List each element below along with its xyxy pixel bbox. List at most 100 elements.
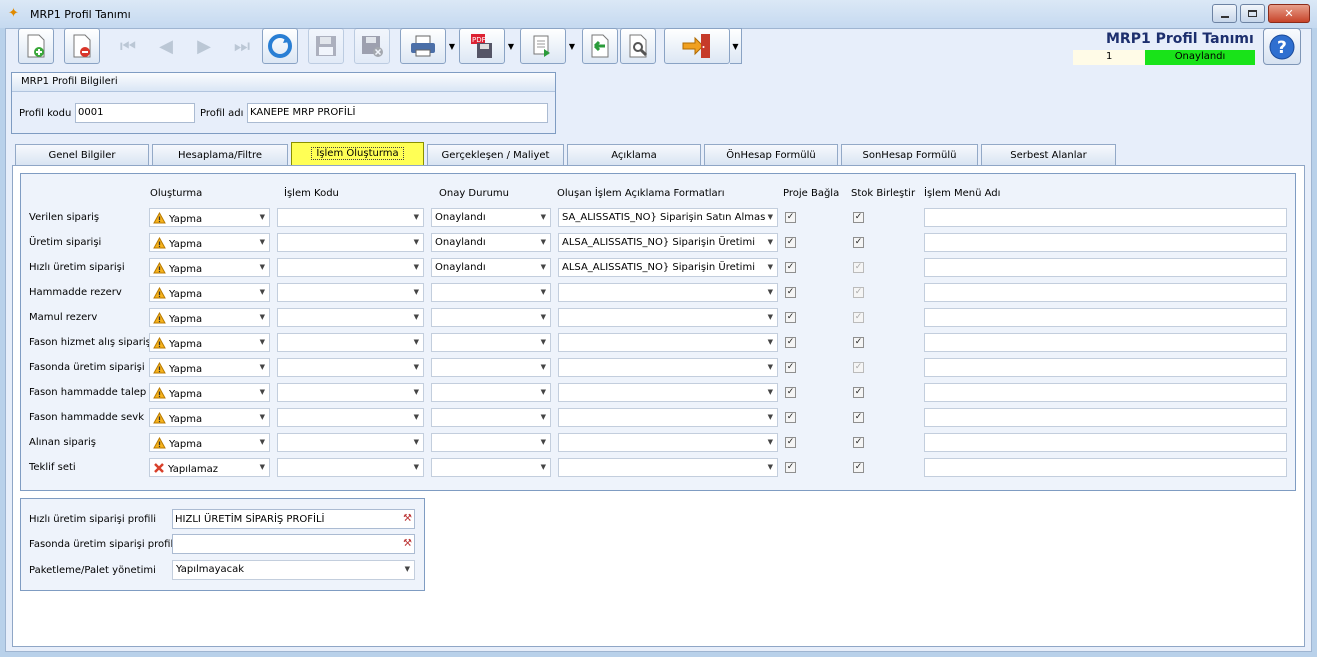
olusturma-select[interactable]: Yapma ▼ <box>149 333 270 352</box>
proje-bagla-checkbox[interactable]: ✓ <box>785 462 796 473</box>
islem-kodu-select[interactable]: ▼ <box>277 383 424 402</box>
last-record-button[interactable]: ⏭ <box>224 28 260 64</box>
olusturma-select[interactable]: Yapma ▼ <box>149 308 270 327</box>
stok-birlestir-checkbox[interactable]: ✓ <box>853 212 864 223</box>
profile-code-field[interactable]: 0001 <box>75 103 195 123</box>
print-button[interactable] <box>400 28 446 64</box>
exit-dropdown[interactable]: ▼ <box>730 28 742 64</box>
olusturma-select[interactable]: Yapma ▼ <box>149 283 270 302</box>
stok-birlestir-checkbox[interactable]: ✓ <box>853 462 864 473</box>
aciklama-format-select[interactable]: ▼ <box>558 458 778 477</box>
fast-profile-field[interactable]: HIZLI ÜRETİM SİPARİŞ PROFİLİ ⚒ <box>172 509 415 529</box>
tab-islem-olusturma[interactable]: İşlem Oluşturma <box>291 142 424 166</box>
first-record-button[interactable]: ⏮ <box>110 28 146 64</box>
proje-bagla-checkbox[interactable]: ✓ <box>785 437 796 448</box>
stok-birlestir-checkbox[interactable]: ✓ <box>853 412 864 423</box>
islem-kodu-select[interactable]: ▼ <box>277 433 424 452</box>
onay-durumu-select[interactable]: ▼ <box>431 458 551 477</box>
olusturma-select[interactable]: Yapma ▼ <box>149 208 270 227</box>
onay-durumu-select[interactable]: ▼ <box>431 283 551 302</box>
next-record-button[interactable]: ▶ <box>186 28 222 64</box>
stok-birlestir-checkbox[interactable]: ✓ <box>853 237 864 248</box>
islem-menu-adi-field[interactable] <box>924 333 1287 352</box>
olusturma-select[interactable]: Yapma ▼ <box>149 408 270 427</box>
islem-menu-adi-field[interactable] <box>924 208 1287 227</box>
islem-menu-adi-field[interactable] <box>924 308 1287 327</box>
delete-button[interactable] <box>64 28 100 64</box>
lookup-icon[interactable]: ⚒ <box>403 538 412 549</box>
onay-durumu-select[interactable]: ▼ <box>431 383 551 402</box>
tab-genel-bilgiler[interactable]: Genel Bilgiler <box>15 144 149 165</box>
pdf-button[interactable]: PDF <box>459 28 505 64</box>
tab-serbest-alanlar[interactable]: Serbest Alanlar <box>981 144 1116 165</box>
islem-kodu-select[interactable]: ▼ <box>277 233 424 252</box>
profile-name-field[interactable]: KANEPE MRP PROFİLİ <box>247 103 548 123</box>
maximize-button[interactable] <box>1240 4 1265 23</box>
onay-durumu-select[interactable]: ▼ <box>431 358 551 377</box>
islem-menu-adi-field[interactable] <box>924 233 1287 252</box>
islem-kodu-select[interactable]: ▼ <box>277 358 424 377</box>
proje-bagla-checkbox[interactable]: ✓ <box>785 387 796 398</box>
export-dropdown[interactable]: ▼ <box>566 28 578 64</box>
exit-button[interactable] <box>664 28 730 64</box>
stok-birlestir-checkbox[interactable]: ✓ <box>853 337 864 348</box>
aciklama-format-select[interactable]: SA_ALISSATIS_NO} Siparişin Satın Alması ▼ <box>558 208 778 227</box>
islem-kodu-select[interactable]: ▼ <box>277 458 424 477</box>
stok-birlestir-checkbox[interactable]: ✓ <box>853 437 864 448</box>
tab-gerceklesen-maliyet[interactable]: Gerçekleşen / Maliyet <box>427 144 564 165</box>
prev-record-button[interactable]: ◀ <box>148 28 184 64</box>
help-button[interactable]: ? <box>1263 28 1301 65</box>
onay-durumu-select[interactable]: Onaylandı ▼ <box>431 258 551 277</box>
islem-kodu-select[interactable]: ▼ <box>277 258 424 277</box>
aciklama-format-select[interactable]: ALSA_ALISSATIS_NO} Siparişin Üretimi ▼ <box>558 233 778 252</box>
fason-profile-field[interactable]: ⚒ <box>172 534 415 554</box>
tab-sonhesap-formulu[interactable]: SonHesap Formülü <box>841 144 978 165</box>
aciklama-format-select[interactable]: ▼ <box>558 433 778 452</box>
refresh-button[interactable] <box>262 28 298 64</box>
islem-menu-adi-field[interactable] <box>924 283 1287 302</box>
export-button[interactable] <box>520 28 566 64</box>
aciklama-format-select[interactable]: ▼ <box>558 283 778 302</box>
tab-onhesap-formulu[interactable]: ÖnHesap Formülü <box>704 144 838 165</box>
proje-bagla-checkbox[interactable]: ✓ <box>785 312 796 323</box>
onay-durumu-select[interactable]: Onaylandı ▼ <box>431 208 551 227</box>
stok-birlestir-checkbox[interactable]: ✓ <box>853 387 864 398</box>
islem-menu-adi-field[interactable] <box>924 458 1287 477</box>
lookup-icon[interactable]: ⚒ <box>403 513 412 524</box>
tab-aciklama[interactable]: Açıklama <box>567 144 701 165</box>
proje-bagla-checkbox[interactable]: ✓ <box>785 212 796 223</box>
proje-bagla-checkbox[interactable]: ✓ <box>785 287 796 298</box>
pallet-select[interactable]: Yapılmayacak ▼ <box>172 560 415 580</box>
proje-bagla-checkbox[interactable]: ✓ <box>785 337 796 348</box>
olusturma-select[interactable]: Yapma ▼ <box>149 258 270 277</box>
islem-menu-adi-field[interactable] <box>924 433 1287 452</box>
close-button[interactable]: ✕ <box>1268 4 1310 23</box>
aciklama-format-select[interactable]: ▼ <box>558 383 778 402</box>
islem-kodu-select[interactable]: ▼ <box>277 333 424 352</box>
olusturma-select[interactable]: Yapma ▼ <box>149 383 270 402</box>
tab-hesaplama-filtre[interactable]: Hesaplama/Filtre <box>152 144 288 165</box>
new-button[interactable] <box>18 28 54 64</box>
islem-menu-adi-field[interactable] <box>924 358 1287 377</box>
onay-durumu-select[interactable]: ▼ <box>431 408 551 427</box>
olusturma-select[interactable]: Yapma ▼ <box>149 358 270 377</box>
onay-durumu-select[interactable]: ▼ <box>431 433 551 452</box>
settings-button[interactable] <box>620 28 656 64</box>
proje-bagla-checkbox[interactable]: ✓ <box>785 237 796 248</box>
islem-kodu-select[interactable]: ▼ <box>277 308 424 327</box>
import-button[interactable] <box>582 28 618 64</box>
save-close-button[interactable] <box>354 28 390 64</box>
onay-durumu-select[interactable]: ▼ <box>431 333 551 352</box>
aciklama-format-select[interactable]: ▼ <box>558 333 778 352</box>
print-dropdown[interactable]: ▼ <box>446 28 458 64</box>
olusturma-select[interactable]: Yapılamaz ▼ <box>149 458 270 477</box>
olusturma-select[interactable]: Yapma ▼ <box>149 233 270 252</box>
aciklama-format-select[interactable]: ALSA_ALISSATIS_NO} Siparişin Üretimi ▼ <box>558 258 778 277</box>
islem-kodu-select[interactable]: ▼ <box>277 208 424 227</box>
islem-menu-adi-field[interactable] <box>924 383 1287 402</box>
onay-durumu-select[interactable]: Onaylandı ▼ <box>431 233 551 252</box>
aciklama-format-select[interactable]: ▼ <box>558 308 778 327</box>
aciklama-format-select[interactable]: ▼ <box>558 408 778 427</box>
aciklama-format-select[interactable]: ▼ <box>558 358 778 377</box>
minimize-button[interactable] <box>1212 4 1237 23</box>
